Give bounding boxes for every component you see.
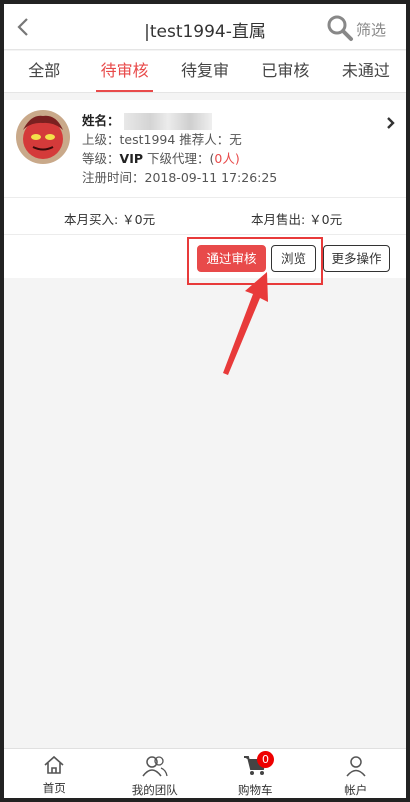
sub-agent-label: 下级代理：(: [143, 151, 215, 166]
level-row: 等级：VIP 下级代理：(0人): [82, 149, 277, 168]
member-info: 姓名： 上级：test1994 推荐人：无 等级：VIP 下级代理：(0人) 注…: [82, 111, 277, 187]
app-frame: |test1994-直属 筛选 全部 待审核 待复审 已审核 未通过 姓名： 上…: [4, 4, 406, 798]
home-icon: [44, 755, 64, 774]
nav-cart-label: 购物车: [238, 783, 273, 797]
bottom-nav: 首页 我的团队 0 购物车 帐户: [4, 748, 406, 798]
chevron-right-icon[interactable]: [386, 116, 396, 130]
level-label: 等级：: [82, 151, 120, 166]
avatar: [16, 110, 70, 164]
filter-button[interactable]: 筛选: [326, 12, 386, 42]
nav-home-label: 首页: [42, 781, 66, 795]
monthly-buy: 本月买入: ￥0元: [64, 212, 156, 227]
monthly-sell: 本月售出: ￥0元: [251, 212, 343, 227]
monthly-stats: 本月买入: ￥0元 本月售出: ￥0元: [4, 197, 406, 235]
nav-team-label: 我的团队: [131, 783, 178, 797]
nav-account-label: 帐户: [344, 783, 368, 797]
nav-account[interactable]: 帐户: [306, 749, 407, 798]
tab-pending-review[interactable]: 待审核: [84, 51, 164, 92]
tab-pending-recheck[interactable]: 待复审: [165, 51, 245, 92]
team-icon: [142, 756, 168, 777]
header: |test1994-直属 筛选: [4, 4, 406, 50]
name-label: 姓名：: [82, 113, 120, 128]
account-icon: [346, 756, 366, 777]
tab-all[interactable]: 全部: [4, 51, 84, 92]
tab-reviewed[interactable]: 已审核: [245, 51, 325, 92]
nav-cart[interactable]: 0 购物车: [205, 749, 306, 798]
register-time: 注册时间：2018-09-11 17:26:25: [82, 170, 278, 185]
status-tabs: 全部 待审核 待复审 已审核 未通过: [4, 51, 406, 93]
name-redacted: [123, 113, 212, 130]
more-actions-button[interactable]: 更多操作: [323, 245, 390, 272]
tab-rejected[interactable]: 未通过: [326, 51, 406, 92]
annotation-highlight-box: [187, 237, 323, 285]
name-row: 姓名：: [82, 111, 277, 130]
nav-home[interactable]: 首页: [4, 749, 105, 798]
superior-row: 上级：test1994 推荐人：无: [82, 132, 242, 147]
nav-team[interactable]: 我的团队: [105, 749, 206, 798]
sub-agent-unit: 人): [222, 151, 240, 166]
search-icon: [327, 15, 353, 41]
level-value: VIP: [119, 151, 144, 166]
filter-label: 筛选: [355, 21, 386, 39]
cart-badge: 0: [257, 751, 274, 768]
